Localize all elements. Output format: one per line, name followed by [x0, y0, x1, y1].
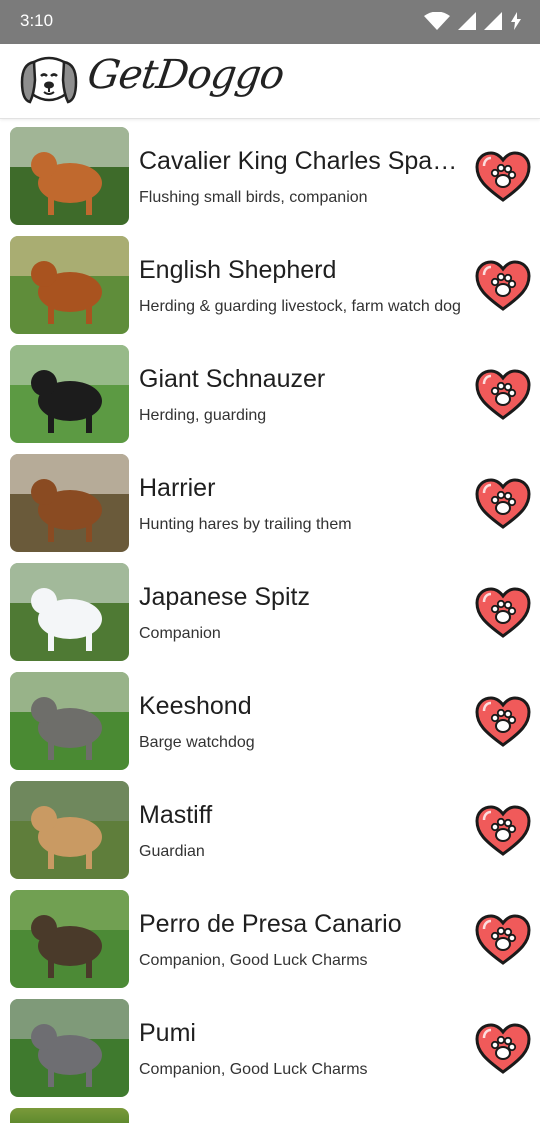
- breed-purpose: Hunting hares by trailing them: [139, 516, 352, 533]
- heart-paw-icon: [475, 260, 531, 311]
- breed-photo: [10, 454, 129, 552]
- list-item-partial[interactable]: [10, 1108, 129, 1123]
- app-bar: GetDoggo: [0, 44, 540, 119]
- favorite-button[interactable]: [475, 696, 531, 748]
- breed-list-item[interactable]: Giant Schnauzer Herding, guarding: [0, 345, 540, 454]
- battery-charging-icon: [511, 12, 521, 30]
- heart-paw-icon: [475, 587, 531, 638]
- app-title: GetDoggo: [84, 52, 287, 98]
- breed-name: Japanese Spitz: [139, 583, 310, 611]
- breed-photo: [10, 999, 129, 1097]
- favorite-button[interactable]: [475, 478, 531, 530]
- breed-photo: [10, 345, 129, 443]
- heart-paw-icon: [475, 151, 531, 202]
- breed-name: Harrier: [139, 474, 216, 502]
- heart-paw-icon: [475, 1023, 531, 1074]
- breed-list-item[interactable]: Cavalier King Charles Spaniel Flushing s…: [0, 127, 540, 236]
- breed-list-item[interactable]: Perro de Presa Canario Companion, Good L…: [0, 890, 540, 999]
- breed-list-item[interactable]: Harrier Hunting hares by trailing them: [0, 454, 540, 563]
- breed-purpose: Barge watchdog: [139, 734, 255, 751]
- signal-icon: [458, 12, 476, 30]
- breed-list-item[interactable]: Mastiff Guardian: [0, 781, 540, 890]
- favorite-button[interactable]: [475, 587, 531, 639]
- breed-photo: [10, 563, 129, 661]
- favorite-button[interactable]: [475, 260, 531, 312]
- breed-name: Mastiff: [139, 801, 213, 829]
- heart-paw-icon: [475, 369, 531, 420]
- breed-list-item[interactable]: Japanese Spitz Companion: [0, 563, 540, 672]
- breed-purpose: Guardian: [139, 843, 205, 860]
- breed-list-item[interactable]: Pumi Companion, Good Luck Charms: [0, 999, 540, 1108]
- breed-name: Keeshond: [139, 692, 252, 720]
- heart-paw-icon: [475, 478, 531, 529]
- breed-name: Pumi: [139, 1019, 196, 1047]
- breed-name: Giant Schnauzer: [139, 365, 326, 393]
- status-time: 3:10: [20, 11, 54, 30]
- wifi-icon: [424, 12, 450, 30]
- breed-photo: [10, 672, 129, 770]
- favorite-button[interactable]: [475, 1023, 531, 1075]
- breed-purpose: Flushing small birds, companion: [139, 189, 368, 206]
- breed-purpose: Companion: [139, 625, 221, 642]
- dog-logo-icon: [20, 56, 78, 104]
- breed-purpose: Herding & guarding livestock, farm watch…: [139, 298, 461, 315]
- breed-photo: [10, 890, 129, 988]
- breed-photo: [10, 127, 129, 225]
- favorite-button[interactable]: [475, 805, 531, 857]
- status-icons: [424, 12, 522, 30]
- breed-list-item[interactable]: Keeshond Barge watchdog: [0, 672, 540, 781]
- favorite-button[interactable]: [475, 914, 531, 966]
- breed-photo: [10, 781, 129, 879]
- heart-paw-icon: [475, 696, 531, 747]
- breed-name: English Shepherd: [139, 256, 337, 284]
- favorite-button[interactable]: [475, 369, 531, 421]
- breed-list[interactable]: Cavalier King Charles Spaniel Flushing s…: [0, 127, 540, 1108]
- signal-icon-2: [484, 12, 502, 30]
- breed-purpose: Herding, guarding: [139, 407, 267, 424]
- breed-purpose: Companion, Good Luck Charms: [139, 1061, 368, 1078]
- favorite-button[interactable]: [475, 151, 531, 203]
- heart-paw-icon: [475, 805, 531, 856]
- breed-list-item[interactable]: English Shepherd Herding & guarding live…: [0, 236, 540, 345]
- heart-paw-icon: [475, 914, 531, 965]
- breed-purpose: Companion, Good Luck Charms: [139, 952, 368, 969]
- breed-name: Perro de Presa Canario: [139, 910, 402, 938]
- status-bar: 3:10: [0, 0, 540, 44]
- breed-photo: [10, 236, 129, 334]
- breed-name: Cavalier King Charles Spaniel: [139, 147, 469, 175]
